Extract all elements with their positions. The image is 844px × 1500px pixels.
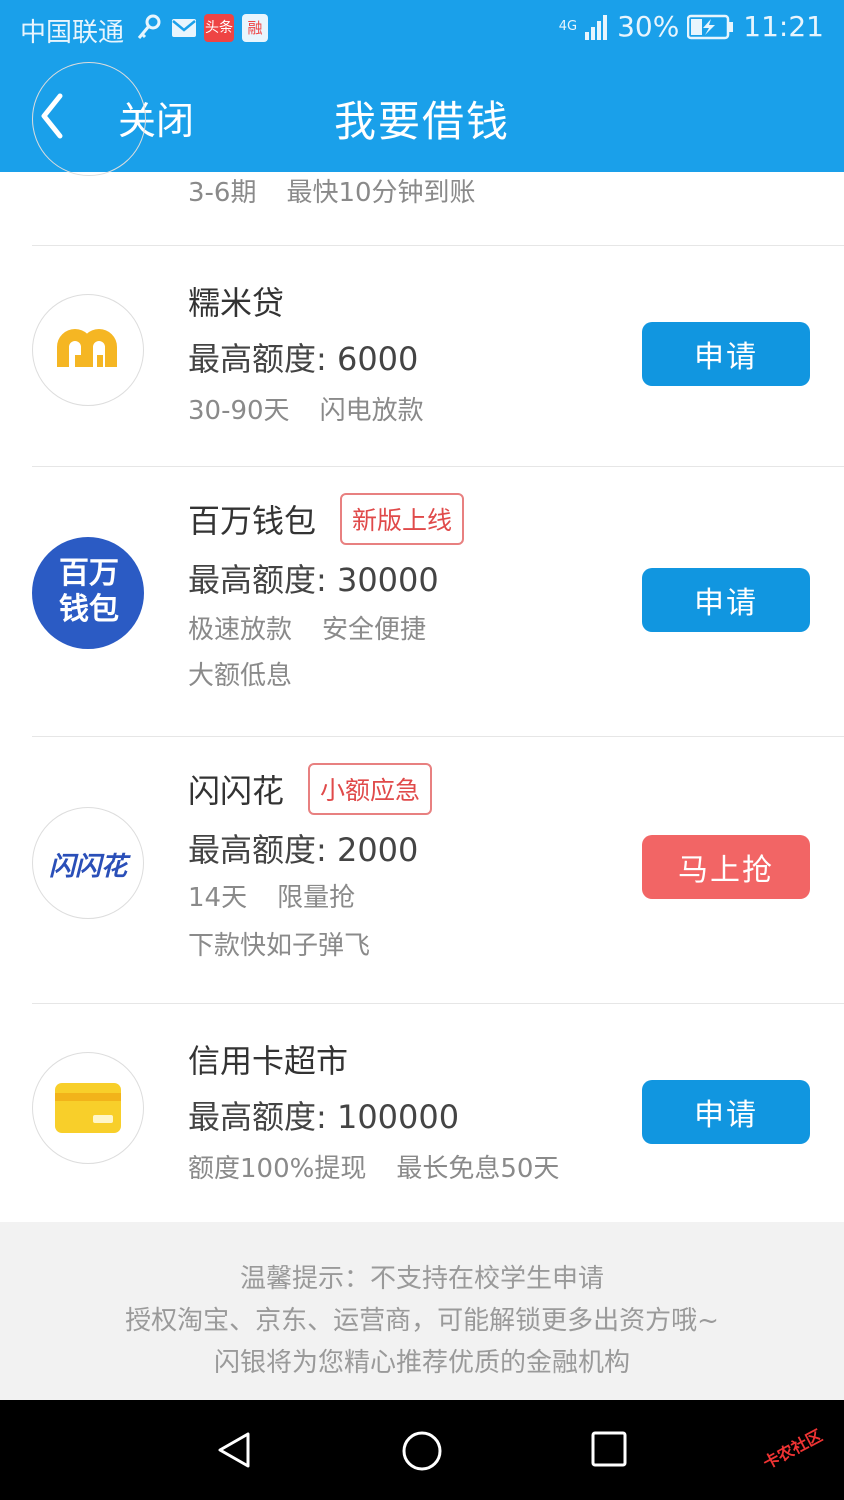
item-tag: 新版上线 — [340, 493, 465, 545]
list-item[interactable]: 百万 钱包 百万钱包 新版上线 最高额度: 30000 极速放款 安全便捷 大额低… — [32, 467, 844, 737]
item-name-row: 百万钱包 新版上线 — [188, 493, 465, 545]
footer-line2: 授权淘宝、京东、运营商，可能解锁更多出资方哦~ — [125, 1306, 719, 1336]
nav-recents-square-icon[interactable] — [590, 1430, 628, 1468]
partial-desc: 3-6期 最快10分钟到账 — [188, 178, 476, 208]
nuomi-logo-icon — [32, 294, 144, 406]
nav-back-triangle-icon[interactable] — [214, 1430, 254, 1470]
loan-list: 3-6期 最快10分钟到账 糯米贷 最高额度: 6000 30-90天 闪电放款 申… — [0, 62, 844, 1222]
list-item-partial[interactable]: 3-6期 最快10分钟到账 — [32, 62, 844, 246]
partial-logo — [32, 62, 146, 176]
mail-icon — [172, 19, 196, 37]
item-name: 信用卡超市 — [188, 1042, 349, 1080]
item-desc: 14天 限量抢 — [188, 883, 356, 913]
battery-charging-icon — [687, 14, 734, 39]
status-bar: 中国联通 头条 融 4G 30% 11:21 — [0, 0, 844, 58]
list-item[interactable]: 信用卡超市 最高额度: 100000 额度100%提现 最长免息50天 申请 — [32, 1004, 844, 1222]
item-desc: 极速放款 安全便捷 — [188, 615, 427, 645]
nav-home-circle-icon[interactable] — [401, 1430, 443, 1472]
item-max-amount: 最高额度: 2000 — [188, 831, 419, 869]
item-name: 闪闪花 — [188, 772, 285, 810]
item-desc-line2: 下款快如子弹飞 — [188, 931, 371, 961]
item-name-row: 闪闪花 小额应急 — [188, 763, 433, 815]
item-name-row: 信用卡超市 — [188, 1036, 348, 1082]
apply-button[interactable]: 申请 — [642, 568, 810, 632]
item-name-row: 糯米贷 — [188, 278, 284, 324]
shanshanhua-logo-icon: 闪闪花 — [32, 807, 144, 919]
footer-line1: 温馨提示：不支持在校学生申请 — [239, 1264, 604, 1294]
grab-now-button[interactable]: 马上抢 — [642, 835, 810, 899]
signal-icon — [585, 14, 608, 40]
item-desc: 额度100%提现 最长免息50天 — [188, 1154, 560, 1184]
toutiao-app-icon: 头条 — [204, 14, 234, 42]
key-icon — [137, 14, 161, 39]
item-tag: 小额应急 — [308, 763, 433, 815]
network-type: 4G — [558, 18, 578, 34]
watermark-logo: 卡农社区 — [759, 1425, 826, 1473]
list-item[interactable]: 糯米贷 最高额度: 6000 30-90天 闪电放款 申请 — [32, 246, 844, 467]
item-desc: 30-90天 闪电放款 — [188, 396, 424, 426]
footer-tips: 温馨提示：不支持在校学生申请 授权淘宝、京东、运营商，可能解锁更多出资方哦~ 闪… — [0, 1222, 844, 1400]
status-right: 4G 30% 11:21 — [559, 10, 824, 43]
footer-line3: 闪银将为您精心推荐优质的金融机构 — [213, 1348, 630, 1378]
carrier-name: 中国联通 — [20, 18, 125, 48]
baiwan-wallet-logo-icon: 百万 钱包 — [32, 537, 144, 649]
system-nav-bar — [0, 1400, 844, 1500]
apply-button[interactable]: 申请 — [642, 1080, 810, 1144]
list-item[interactable]: 闪闪花 闪闪花 小额应急 最高额度: 2000 14天 限量抢 下款快如子弹飞 马… — [32, 737, 844, 1004]
item-max-amount: 最高额度: 30000 — [188, 561, 439, 599]
rong-app-icon: 融 — [242, 14, 268, 42]
battery-percent: 30% — [617, 10, 680, 43]
item-name: 糯米贷 — [188, 284, 285, 322]
item-name: 百万钱包 — [188, 502, 317, 540]
item-max-amount: 最高额度: 6000 — [188, 340, 419, 378]
credit-card-icon — [32, 1052, 144, 1164]
item-max-amount: 最高额度: 100000 — [188, 1098, 460, 1136]
apply-button[interactable]: 申请 — [642, 322, 810, 386]
clock: 11:21 — [743, 10, 824, 43]
item-desc-line2: 大额低息 — [188, 661, 293, 691]
